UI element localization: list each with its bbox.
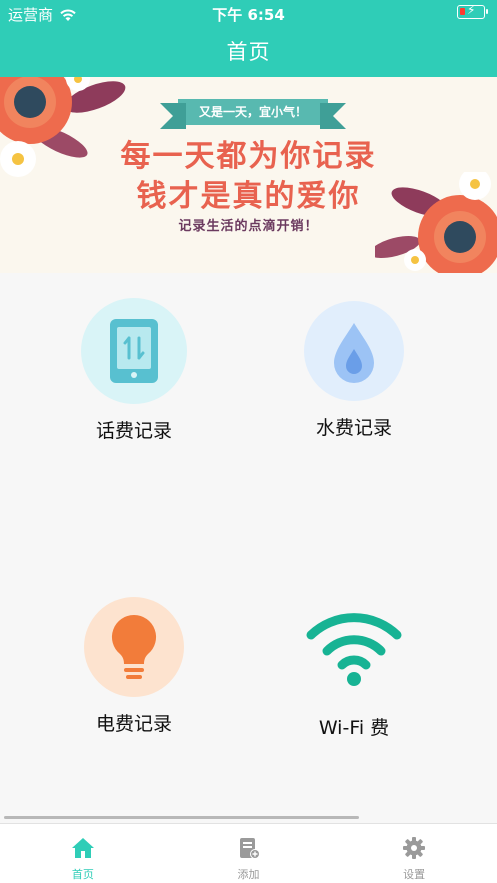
wifi-icon-circle — [301, 595, 407, 701]
add-document-icon — [239, 838, 260, 859]
gear-icon — [403, 837, 426, 859]
water-drop-icon — [334, 323, 374, 383]
tab-bar: 首页 添加 设置 — [0, 823, 497, 883]
phone-bill-tile[interactable]: 话费记录 — [34, 298, 234, 443]
tab-settings-label: 设置 — [403, 868, 426, 881]
tab-add[interactable]: 添加 — [166, 824, 332, 883]
phone-icon-circle — [81, 298, 187, 404]
wifi-icon — [306, 613, 402, 686]
wifi-bill-tile[interactable]: Wi-Fi 费 — [254, 595, 454, 740]
scroll-indicator — [4, 816, 359, 819]
electricity-bill-tile[interactable]: 电费记录 — [34, 595, 234, 736]
banner-image: 又是一天，宜小气！ 每一天都为你记录 钱才是真的爱你 记录生活的点滴开销！ — [0, 77, 497, 273]
banner-headline-2: 钱才是真的爱你 — [136, 179, 361, 214]
lightbulb-icon — [111, 614, 157, 679]
wifi-bill-label: Wi-Fi 费 — [318, 717, 390, 739]
status-bar: 运营商 下午 6:54 ⚡ — [0, 0, 497, 26]
tab-home-label: 首页 — [71, 868, 94, 881]
electricity-icon-circle — [84, 597, 184, 697]
phone-bill-label: 话费记录 — [95, 420, 172, 442]
water-bill-tile[interactable]: 水费记录 — [254, 298, 454, 440]
banner-ribbon: 又是一天，宜小气！ — [160, 99, 346, 129]
banner-headline-1: 每一天都为你记录 — [120, 139, 377, 174]
electricity-bill-label: 电费记录 — [95, 713, 172, 735]
water-icon-circle — [304, 301, 404, 401]
header: 运营商 下午 6:54 ⚡ 首页 — [0, 0, 497, 77]
tab-home[interactable]: 首页 — [0, 824, 166, 883]
status-time: 下午 6:54 — [212, 6, 285, 24]
water-bill-label: 水费记录 — [315, 417, 392, 439]
battery-icon: ⚡ — [457, 3, 488, 19]
banner-subtitle: 记录生活的点滴开销！ — [178, 219, 319, 234]
record-grid: 话费记录 水费记录 电费记录 Wi-Fi 费 — [0, 273, 497, 818]
tab-settings[interactable]: 设置 — [331, 824, 497, 883]
phone-icon — [110, 319, 158, 383]
home-icon — [71, 838, 94, 858]
page-title: 首页 — [226, 40, 271, 64]
tab-add-label: 添加 — [237, 868, 260, 881]
